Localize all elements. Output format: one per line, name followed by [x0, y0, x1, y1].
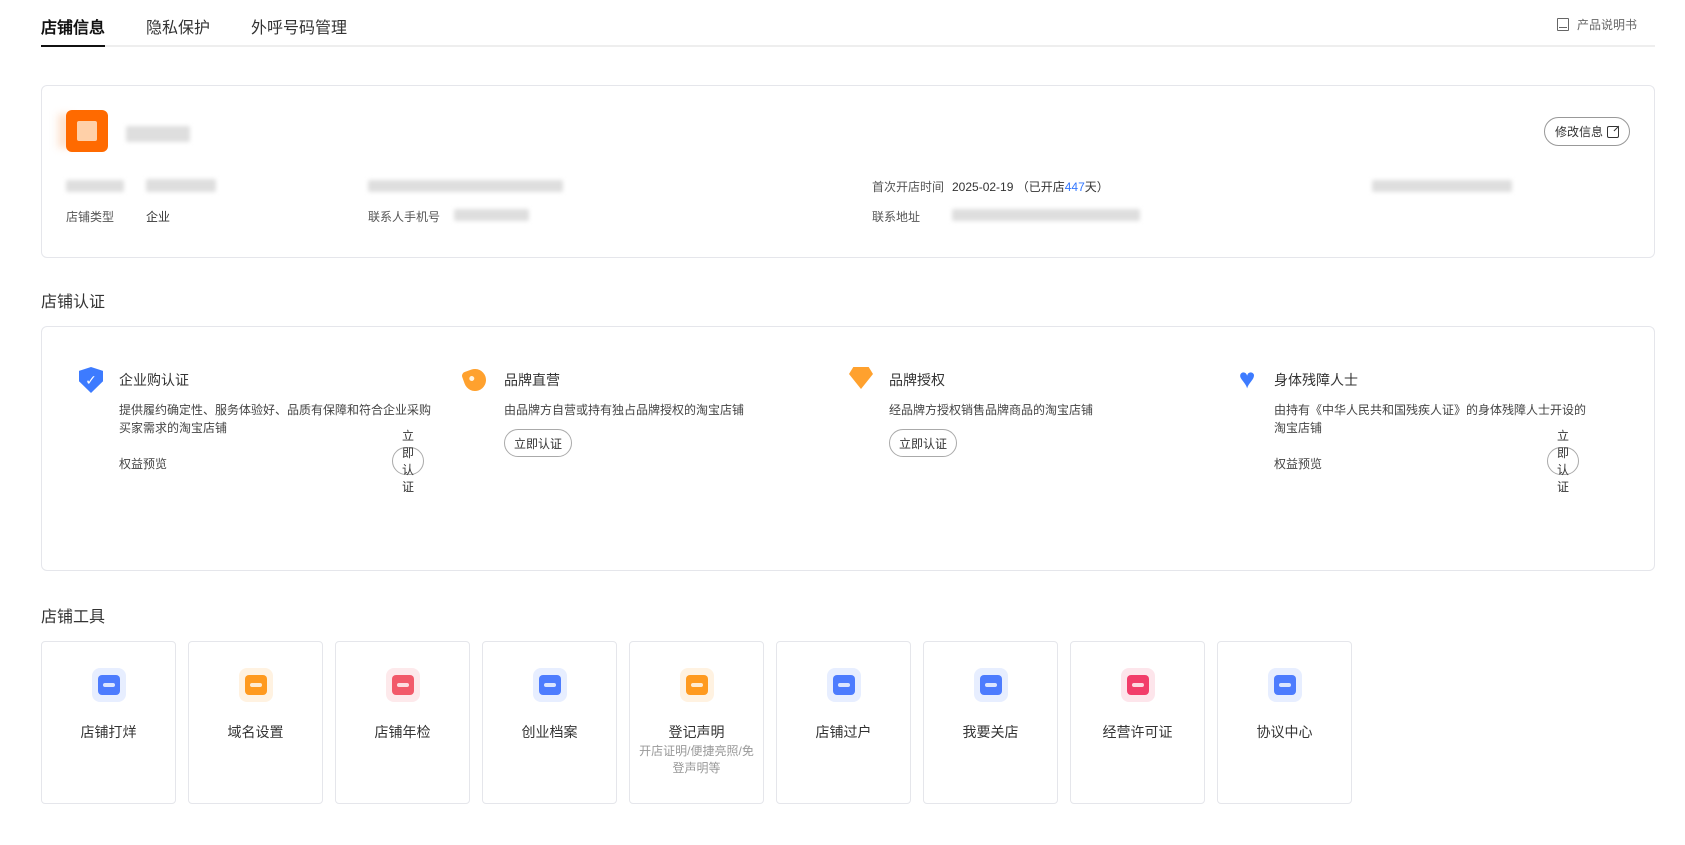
archive-icon — [532, 668, 567, 702]
book-icon — [1556, 18, 1569, 31]
shop-name-redacted — [126, 126, 190, 142]
shop-type-value: 企业 — [146, 210, 171, 224]
tab-shop-info[interactable]: 店铺信息 — [41, 14, 106, 47]
tools-section-title: 店铺工具 — [41, 609, 106, 626]
tool-name: 登记声明 — [668, 724, 725, 740]
tool-tile[interactable]: 店铺过户 — [776, 641, 911, 804]
certify-now-button[interactable]: 立即认证 — [889, 429, 958, 457]
license-icon — [1120, 668, 1155, 702]
close-shop-icon — [973, 668, 1008, 702]
shop-type-label: 店铺类型 — [66, 210, 115, 224]
tool-subtitle: 开店证明/便捷亮照/免登声明等 — [639, 744, 754, 775]
tool-tile[interactable]: 创业档案 — [482, 641, 617, 804]
tab-privacy[interactable]: 隐私保护 — [146, 14, 210, 38]
tool-name: 店铺过户 — [815, 724, 872, 740]
cert-description: 由品牌方自营或持有独占品牌授权的淘宝店铺 — [504, 403, 745, 417]
tool-tile[interactable]: 店铺打烊 — [41, 641, 176, 804]
first-open-value: 2025-02-19 （已开店447天） — [952, 180, 1109, 194]
tool-tile[interactable]: 域名设置 — [188, 641, 323, 804]
cert-description: 提供履约确定性、服务体验好、品质有保障和符合企业采购买家需求的淘宝店铺 — [119, 403, 432, 435]
tool-tile[interactable]: 店铺年检 — [335, 641, 470, 804]
agreement-icon — [1267, 668, 1302, 702]
register-icon — [679, 668, 714, 702]
cert-title: 身体残障人士 — [1274, 372, 1358, 388]
cert-title: 企业购认证 — [119, 372, 189, 388]
tool-name: 域名设置 — [227, 724, 284, 740]
tool-tile[interactable]: 登记声明开店证明/便捷亮照/免登声明等 — [629, 641, 764, 804]
tool-name: 店铺年检 — [374, 724, 431, 740]
tool-name: 协议中心 — [1256, 724, 1313, 740]
certify-now-button[interactable]: 立即认证 — [1547, 429, 1580, 494]
shop-info-card: 修改信息 首次开店时间 2025-02-19 （已开店447天） 店铺类型 企业… — [41, 85, 1655, 258]
tool-tile[interactable]: 我要关店 — [923, 641, 1058, 804]
shop-close-icon — [91, 668, 126, 702]
certification-card: ✓ 企业购认证 提供履约确定性、服务体验好、品质有保障和符合企业采购买家需求的淘… — [41, 326, 1655, 571]
redacted-field — [1372, 180, 1512, 192]
contact-phone-label: 联系人手机号 — [368, 210, 441, 224]
tool-name: 店铺打烊 — [80, 724, 137, 740]
benefit-preview-link[interactable]: 权益预览 — [1274, 455, 1322, 472]
cert-title: 品牌直营 — [504, 372, 560, 388]
tool-name: 创业档案 — [521, 724, 578, 740]
open-days-count: 447 — [1064, 180, 1085, 194]
redacted-value — [146, 179, 216, 192]
certification-section-title: 店铺认证 — [41, 294, 106, 311]
tag-icon — [460, 365, 490, 395]
edit-info-button[interactable]: 修改信息 — [1543, 117, 1630, 146]
inspection-icon — [385, 668, 420, 702]
redacted-field — [368, 180, 563, 192]
tool-name: 我要关店 — [962, 724, 1019, 740]
certify-now-button[interactable]: 立即认证 — [392, 429, 425, 494]
certify-now-button[interactable]: 立即认证 — [504, 429, 573, 457]
address-redacted — [952, 209, 1140, 221]
tool-name: 经营许可证 — [1102, 724, 1173, 740]
accessibility-heart-icon: ♥ — [1238, 363, 1256, 394]
first-open-label: 首次开店时间 — [872, 180, 945, 194]
cert-description: 由持有《中华人民共和国残疾人证》的身体残障人士开设的淘宝店铺 — [1274, 403, 1587, 435]
cert-title: 品牌授权 — [889, 372, 945, 388]
tab-outbound-numbers[interactable]: 外呼号码管理 — [251, 14, 347, 38]
product-manual-label: 产品说明书 — [1576, 18, 1637, 32]
cert-description: 经品牌方授权销售品牌商品的淘宝店铺 — [889, 403, 1094, 417]
tool-tile[interactable]: 协议中心 — [1217, 641, 1352, 804]
diamond-icon — [849, 367, 875, 393]
benefit-preview-link[interactable]: 权益预览 — [119, 455, 167, 472]
domain-icon — [238, 668, 273, 702]
redacted-label — [66, 180, 124, 192]
transfer-icon — [826, 668, 861, 702]
address-label: 联系地址 — [872, 210, 921, 224]
top-tabs: 店铺信息 隐私保护 外呼号码管理 产品说明书 — [41, 0, 1655, 47]
product-manual-link[interactable]: 产品说明书 — [1556, 16, 1637, 33]
contact-phone-redacted — [454, 209, 529, 221]
external-link-icon — [1607, 125, 1619, 138]
shield-check-icon: ✓ — [79, 367, 105, 393]
shop-logo — [66, 110, 108, 152]
tool-tile[interactable]: 经营许可证 — [1070, 641, 1205, 804]
